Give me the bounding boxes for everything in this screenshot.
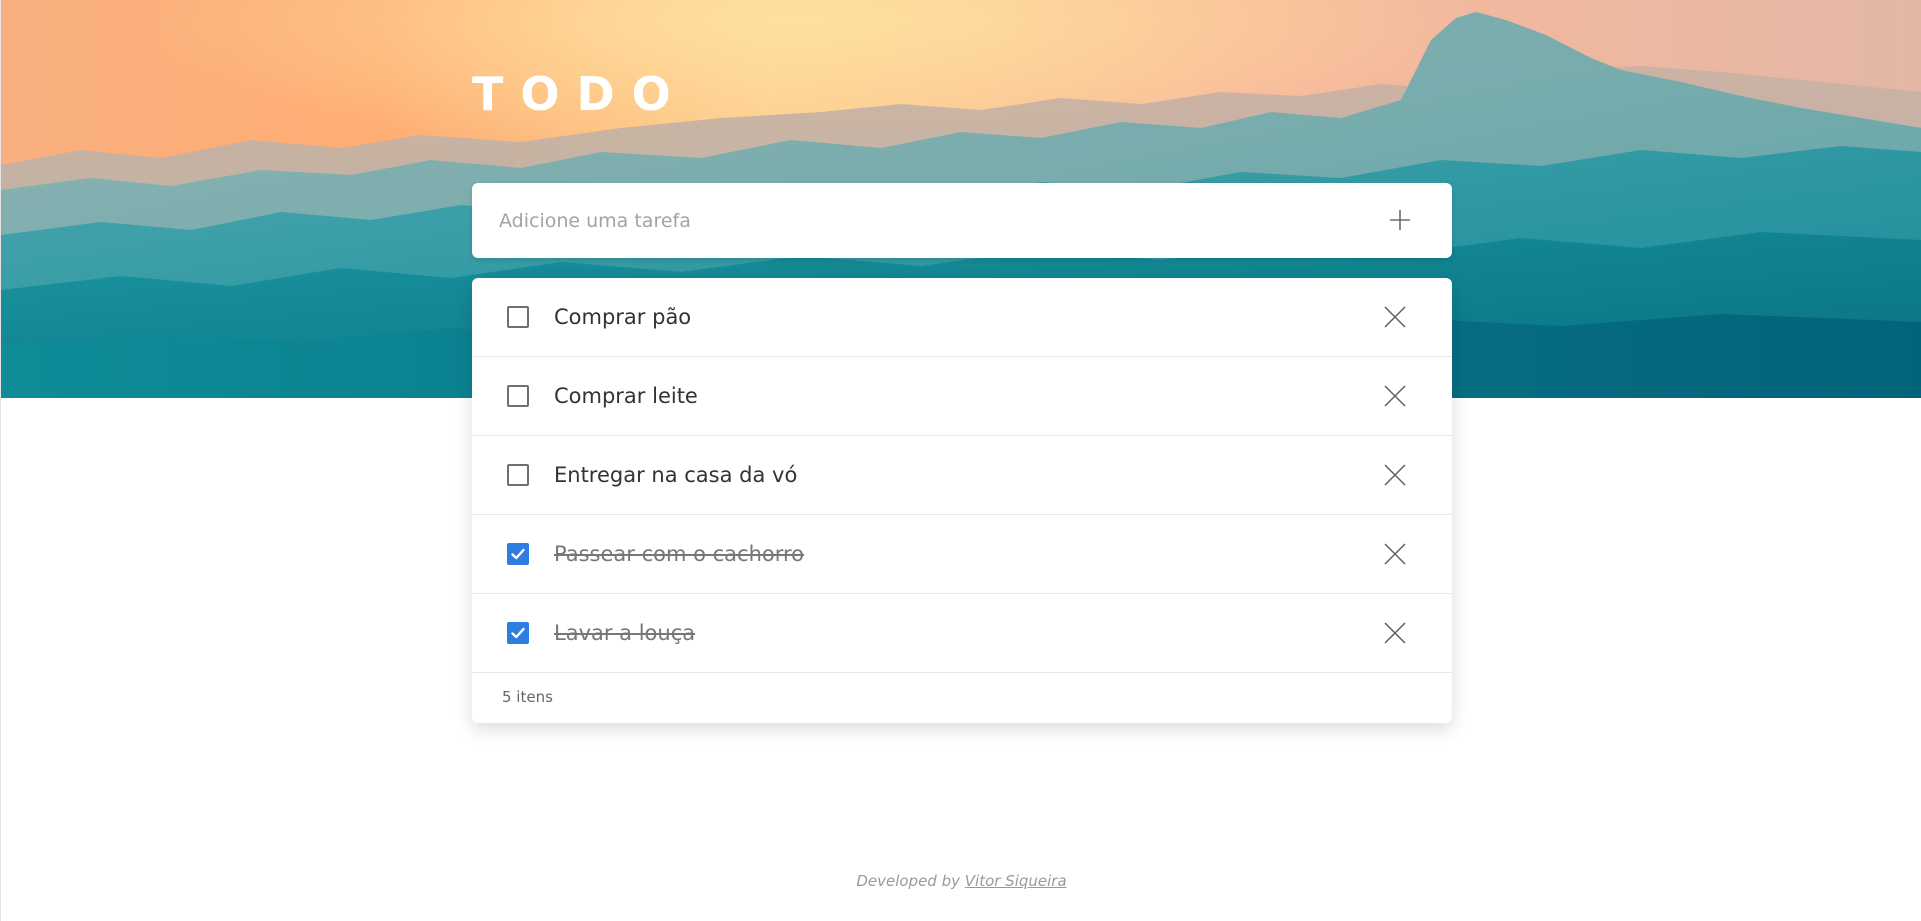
developed-by-text: Developed by	[856, 872, 965, 890]
delete-todo-button[interactable]	[1383, 305, 1407, 329]
todo-item: Comprar leite	[472, 357, 1452, 436]
delete-todo-button[interactable]	[1383, 621, 1407, 645]
close-icon	[1384, 622, 1406, 644]
add-task-button[interactable]	[1382, 202, 1418, 238]
todo-label: Entregar na casa da vó	[554, 463, 798, 487]
plus-icon	[1390, 210, 1410, 230]
page: TODO Comprar pão Comprar leite Entregar na…	[0, 0, 1921, 921]
todo-label: Lavar a louça	[554, 621, 696, 645]
todo-checkbox[interactable]	[507, 306, 529, 328]
delete-todo-button[interactable]	[1383, 384, 1407, 408]
todo-checkbox[interactable]	[507, 622, 529, 644]
todo-checkbox[interactable]	[507, 543, 529, 565]
delete-todo-button[interactable]	[1383, 463, 1407, 487]
checkmark-icon	[511, 548, 525, 560]
delete-todo-button[interactable]	[1383, 542, 1407, 566]
todo-label: Comprar pão	[554, 305, 692, 329]
todo-item: Lavar a louça	[472, 594, 1452, 673]
todo-list: Comprar pão Comprar leite Entregar na casa…	[472, 278, 1452, 673]
todo-item: Comprar pão	[472, 278, 1452, 357]
close-icon	[1384, 464, 1406, 486]
todo-checkbox[interactable]	[507, 385, 529, 407]
todo-list-card: Comprar pão Comprar leite Entregar na casa…	[472, 278, 1452, 723]
todo-label: Passear com o cachorro	[554, 542, 805, 566]
todo-label: Comprar leite	[554, 384, 698, 408]
close-icon	[1384, 385, 1406, 407]
todo-item: Entregar na casa da vó	[472, 436, 1452, 515]
new-task-form	[472, 183, 1452, 258]
new-task-input[interactable]	[499, 183, 1329, 258]
footer-credits: Developed by Vitor Siqueira	[1, 872, 1921, 890]
todo-item: Passear com o cachorro	[472, 515, 1452, 594]
checkmark-icon	[511, 627, 525, 639]
close-icon	[1384, 306, 1406, 328]
close-icon	[1384, 543, 1406, 565]
app-title: TODO	[472, 67, 688, 121]
author-link[interactable]: Vitor Siqueira	[965, 872, 1067, 890]
items-count: 5 itens	[502, 688, 553, 706]
todo-checkbox[interactable]	[507, 464, 529, 486]
